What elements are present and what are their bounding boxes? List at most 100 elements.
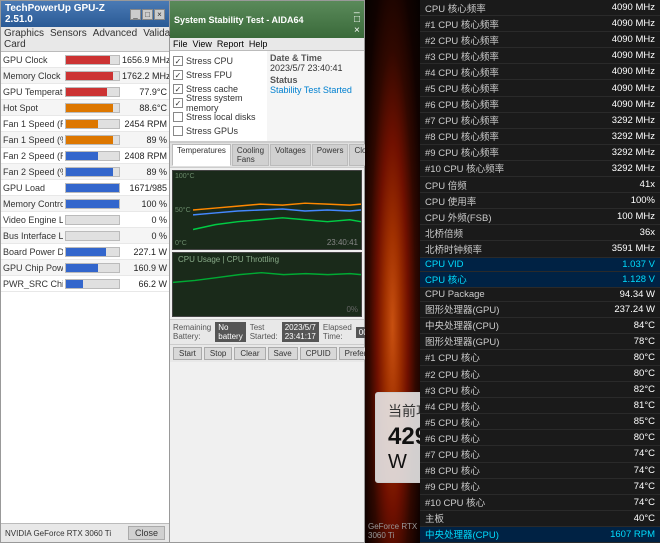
stress-checkbox[interactable]: ✓ — [173, 70, 183, 80]
sensor-label: Memory Controller Load — [3, 199, 63, 209]
right-panel-row: CPU 外频(FSB) 100 MHz — [420, 209, 660, 225]
right-row-label: 中央处理器(CPU) — [425, 318, 634, 332]
right-row-value: 41x — [640, 179, 655, 190]
right-row-label: #9 CPU 核心 — [425, 479, 634, 493]
aida-menu-file[interactable]: File — [173, 39, 188, 49]
right-row-label: #1 CPU 核心 — [425, 350, 634, 364]
aida-minimize-btn[interactable]: _ — [354, 3, 360, 14]
right-row-value: 4090 MHz — [612, 99, 655, 110]
ctrl-btn-cpuid[interactable]: CPUID — [300, 347, 337, 360]
sensor-bar-wrap — [65, 215, 120, 225]
right-panel-row: #4 CPU 核心 81°C — [420, 398, 660, 414]
aida-menu-help[interactable]: Help — [249, 39, 268, 49]
sensor-row: Fan 1 Speed (RPM) 2454 RPM — [1, 116, 169, 132]
sensor-label: PWR_SRC Chip Power Draw — [3, 279, 63, 289]
stress-checkbox[interactable] — [173, 126, 183, 136]
sensor-value: 160.9 W — [122, 263, 167, 273]
right-panel-row: #2 CPU 核心频率 4090 MHz — [420, 32, 660, 48]
aida-menu-report[interactable]: Report — [217, 39, 244, 49]
right-panel-row: CPU 使用率 100% — [420, 193, 660, 209]
remaining-bar: Remaining Battery: No battery Test Start… — [170, 319, 364, 344]
aida-titlebar: System Stability Test - AIDA64 _ □ × — [170, 1, 364, 38]
right-row-label: #5 CPU 核心 — [425, 415, 634, 429]
gpuz-menu-graphics[interactable]: Graphics Card — [4, 28, 44, 50]
sensor-row: Fan 1 Speed (%) 89 % — [1, 132, 169, 148]
sensor-bar — [66, 152, 98, 160]
test-started-label: Test Started: — [250, 323, 278, 341]
right-row-value: 1607 RPM — [610, 529, 655, 540]
cpu-usage-label: CPU Usage | CPU Throttling — [175, 254, 282, 265]
sensor-row: Memory Clock 1762.2 MHz — [1, 68, 169, 84]
right-row-label: #6 CPU 核心 — [425, 431, 634, 445]
stress-checkbox[interactable] — [173, 112, 183, 122]
datetime-label: Date & Time — [270, 53, 361, 63]
power-unit: W — [388, 451, 407, 473]
sensor-row: Memory Controller Load 100 % — [1, 196, 169, 212]
right-row-label: #5 CPU 核心频率 — [425, 81, 612, 95]
right-row-value: 80°C — [634, 368, 655, 379]
right-panel-row: 中央处理器(CPU) 1607 RPM — [420, 527, 660, 543]
stress-checkbox[interactable]: ✓ — [173, 98, 183, 108]
aida-close-btn[interactable]: × — [354, 25, 360, 36]
right-row-label: #1 CPU 核心频率 — [425, 17, 612, 31]
right-panel-row: 中央处理器(CPU) 84°C — [420, 318, 660, 334]
stress-checkbox[interactable]: ✓ — [173, 56, 183, 66]
graph-tab[interactable]: Temperatures — [172, 144, 231, 166]
power-reading: 429.44 W — [388, 423, 420, 474]
sensor-value: 0 % — [122, 231, 167, 241]
gpuz-gpu-name: NVIDIA GeForce RTX 3060 Ti — [5, 529, 111, 538]
right-row-label: 北桥倍频 — [425, 226, 640, 240]
aida-maximize-btn[interactable]: □ — [354, 14, 360, 25]
ctrl-btn-start[interactable]: Start — [173, 347, 202, 360]
right-panel-row: #8 CPU 核心频率 3292 MHz — [420, 129, 660, 145]
right-row-label: #8 CPU 核心频率 — [425, 129, 612, 143]
sensor-bar — [66, 72, 113, 80]
gpuz-close-btn[interactable]: × — [154, 9, 165, 20]
power-overlay: 当前功率 429.44 W — [375, 392, 420, 483]
sensor-bar-wrap — [65, 279, 120, 289]
stress-label: Stress CPU — [186, 56, 233, 66]
graph-time: 23:40:41 — [327, 238, 358, 247]
right-panel-row: #3 CPU 核心 82°C — [420, 382, 660, 398]
ctrl-btn-stop[interactable]: Stop — [204, 347, 232, 360]
sensor-row: Fan 2 Speed (%) 89 % — [1, 164, 169, 180]
graph-tab[interactable]: Powers — [312, 144, 349, 166]
graph-tabs: TemperaturesCooling FansVoltagesPowersCl… — [170, 143, 364, 168]
right-panel-row: 图形处理器(GPU) 78°C — [420, 334, 660, 350]
right-row-label: #6 CPU 核心频率 — [425, 97, 612, 111]
gpuz-menu-sensors[interactable]: Sensors — [50, 28, 87, 50]
graph-tab[interactable]: Voltages — [270, 144, 311, 166]
right-panel-row: #1 CPU 核心 80°C — [420, 350, 660, 366]
gpuz-close-button[interactable]: Close — [128, 526, 165, 540]
sensor-bar — [66, 136, 113, 144]
graph-tab[interactable]: Cooling Fans — [232, 144, 269, 166]
right-row-label: CPU 核心 — [425, 272, 622, 286]
gpuz-maximize-btn[interactable]: □ — [142, 9, 153, 20]
aida-menubar: File View Report Help — [170, 38, 364, 51]
right-row-label: 中央处理器(CPU) — [425, 527, 610, 541]
right-row-label: #7 CPU 核心频率 — [425, 113, 612, 127]
sensor-bar-wrap — [65, 103, 120, 113]
sensor-label: GPU Clock — [3, 55, 63, 65]
right-panel-row: #5 CPU 核心频率 4090 MHz — [420, 80, 660, 96]
right-panel-row: #4 CPU 核心频率 4090 MHz — [420, 64, 660, 80]
right-row-value: 74°C — [634, 497, 655, 508]
stress-checks: ✓ Stress CPU ✓ Stress FPU ✓ Stress cache… — [170, 51, 267, 142]
right-panel-row: #2 CPU 核心 80°C — [420, 366, 660, 382]
sensor-bar-wrap — [65, 183, 120, 193]
gpuz-menu-advanced[interactable]: Advanced — [93, 28, 137, 50]
right-row-label: 图形处理器(GPU) — [425, 302, 614, 316]
right-panel-row: CPU Package 94.34 W — [420, 288, 660, 302]
right-row-value: 74°C — [634, 448, 655, 459]
stress-checkbox[interactable]: ✓ — [173, 84, 183, 94]
ctrl-btn-clear[interactable]: Clear — [234, 347, 265, 360]
right-row-label: #2 CPU 核心频率 — [425, 33, 612, 47]
right-row-value: 100 MHz — [617, 211, 655, 222]
sensor-value: 89 % — [122, 167, 167, 177]
ctrl-btn-save[interactable]: Save — [268, 347, 298, 360]
temp-graph: 100°C 50°C 0°C 23:40:41 — [172, 170, 362, 250]
aida-menu-view[interactable]: View — [193, 39, 212, 49]
stress-label: Stress GPUs — [186, 126, 238, 136]
right-row-label: #10 CPU 核心 — [425, 495, 634, 509]
gpuz-minimize-btn[interactable]: _ — [130, 9, 141, 20]
